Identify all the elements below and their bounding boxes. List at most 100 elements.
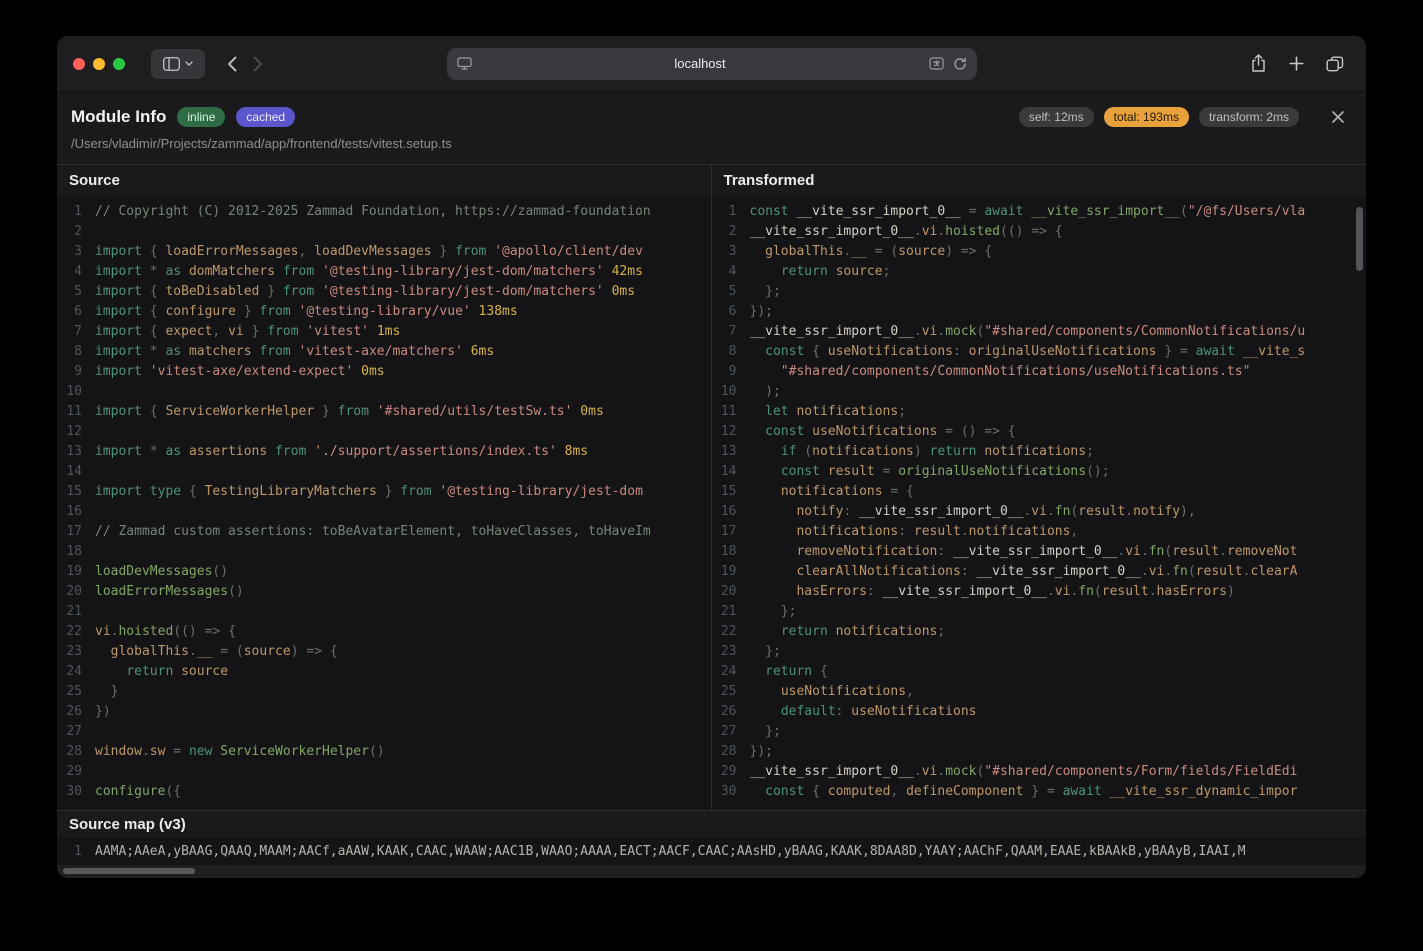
code-line: 21 }; [712, 602, 1367, 622]
line-number: 13 [712, 442, 750, 462]
line-number: 21 [57, 602, 95, 622]
line-number: 30 [57, 782, 95, 802]
line-number: 2 [712, 222, 750, 242]
code-line: 24 return { [712, 662, 1367, 682]
reload-icon[interactable] [953, 57, 967, 71]
code-line: 17 notifications: result.notifications, [712, 522, 1367, 542]
zoom-window-button[interactable] [113, 58, 125, 70]
line-number: 18 [57, 542, 95, 562]
code-text: // Copyright (C) 2012-2025 Zammad Founda… [95, 202, 651, 222]
forward-button[interactable] [253, 56, 263, 72]
line-number: 24 [57, 662, 95, 682]
code-line: 27 }; [712, 722, 1367, 742]
line-number: 4 [57, 262, 95, 282]
cached-badge: cached [236, 107, 295, 127]
line-number: 7 [712, 322, 750, 342]
line-number: 20 [712, 582, 750, 602]
code-text: }; [750, 282, 781, 302]
code-line: 12 [57, 422, 711, 442]
code-line: 23 }; [712, 642, 1367, 662]
line-number: 13 [57, 442, 95, 462]
code-line: 4 return source; [712, 262, 1367, 282]
sourcemap-view[interactable]: 1AAMA;AAeA,yBAAG,QAAQ,MAAM;AACf,aAAW,KAA… [57, 838, 1366, 865]
horizontal-scrollbar-thumb[interactable] [63, 868, 195, 874]
line-number: 8 [712, 342, 750, 362]
page-monitor-icon [457, 57, 472, 70]
code-text: import { ServiceWorkerHelper } from '#sh… [95, 402, 604, 422]
code-text: // Zammad custom assertions: toBeAvatarE… [95, 522, 651, 542]
line-number: 27 [57, 722, 95, 742]
code-text: globalThis.__ = (source) => { [750, 242, 993, 262]
line-number: 29 [57, 762, 95, 782]
code-text: ); [750, 382, 781, 402]
vertical-scrollbar-thumb[interactable] [1356, 207, 1363, 271]
line-number: 11 [712, 402, 750, 422]
transformed-code-view[interactable]: 1const __vite_ssr_import_0__ = await __v… [712, 197, 1367, 810]
code-line: 30 const { computed, defineComponent } =… [712, 782, 1367, 802]
tab-overview-icon[interactable] [1326, 56, 1344, 72]
source-pane: Source 1// Copyright (C) 2012-2025 Zamma… [57, 165, 712, 810]
code-line: 20 hasErrors: __vite_ssr_import_0__.vi.f… [712, 582, 1367, 602]
code-text: const { useNotifications: originalUseNot… [750, 342, 1306, 362]
line-number: 9 [712, 362, 750, 382]
line-number: 3 [712, 242, 750, 262]
line-number: 29 [712, 762, 750, 782]
line-number: 10 [57, 382, 95, 402]
code-line: 28}); [712, 742, 1367, 762]
line-number: 12 [712, 422, 750, 442]
line-number: 14 [712, 462, 750, 482]
code-line: 15import type { TestingLibraryMatchers }… [57, 482, 711, 502]
minimize-window-button[interactable] [93, 58, 105, 70]
code-line: 10 [57, 382, 711, 402]
code-line: 18 [57, 542, 711, 562]
code-line: 19 clearAllNotifications: __vite_ssr_imp… [712, 562, 1367, 582]
code-text: const useNotifications = () => { [750, 422, 1016, 442]
code-text: import { loadErrorMessages, loadDevMessa… [95, 242, 643, 262]
code-line: 3import { loadErrorMessages, loadDevMess… [57, 242, 711, 262]
code-line: 1const __vite_ssr_import_0__ = await __v… [712, 202, 1367, 222]
code-line: 25 } [57, 682, 711, 702]
code-text: clearAllNotifications: __vite_ssr_import… [750, 562, 1298, 582]
address-bar[interactable]: localhost [447, 48, 977, 80]
code-text: }; [750, 602, 797, 622]
code-line: 18 removeNotification: __vite_ssr_import… [712, 542, 1367, 562]
code-line: 17// Zammad custom assertions: toBeAvata… [57, 522, 711, 542]
horizontal-scrollbar[interactable] [57, 865, 1366, 878]
code-line: 14 [57, 462, 711, 482]
page-title: Module Info [71, 107, 166, 127]
code-text: loadErrorMessages() [95, 582, 244, 602]
code-line: 5import { toBeDisabled } from '@testing-… [57, 282, 711, 302]
line-number: 28 [712, 742, 750, 762]
close-window-button[interactable] [73, 58, 85, 70]
line-number: 5 [57, 282, 95, 302]
code-line: 26 default: useNotifications [712, 702, 1367, 722]
back-button[interactable] [227, 56, 237, 72]
line-number: 9 [57, 362, 95, 382]
sidebar-toggle-button[interactable] [151, 49, 205, 79]
line-number: 16 [712, 502, 750, 522]
line-number: 19 [712, 562, 750, 582]
code-line: 16 [57, 502, 711, 522]
code-text: removeNotification: __vite_ssr_import_0_… [750, 542, 1298, 562]
code-line: 28window.sw = new ServiceWorkerHelper() [57, 742, 711, 762]
code-line: 2 [57, 222, 711, 242]
translate-icon[interactable] [929, 57, 944, 70]
code-text: import { toBeDisabled } from '@testing-l… [95, 282, 635, 302]
line-number: 5 [712, 282, 750, 302]
code-line: 12 const useNotifications = () => { [712, 422, 1367, 442]
code-line: 14 const result = originalUseNotificatio… [712, 462, 1367, 482]
line-number: 19 [57, 562, 95, 582]
close-panel-button[interactable] [1326, 105, 1350, 129]
code-text: notifications = { [750, 482, 914, 502]
self-time-badge: self: 12ms [1019, 107, 1094, 127]
code-text: import { configure } from '@testing-libr… [95, 302, 518, 322]
new-tab-icon[interactable] [1289, 56, 1304, 71]
code-line: 23 globalThis.__ = (source) => { [57, 642, 711, 662]
code-line: 7__vite_ssr_import_0__.vi.mock("#shared/… [712, 322, 1367, 342]
source-code-view[interactable]: 1// Copyright (C) 2012-2025 Zammad Found… [57, 197, 711, 810]
code-text: return source; [750, 262, 891, 282]
line-number: 24 [712, 662, 750, 682]
code-text: }; [750, 722, 781, 742]
code-line: 9 "#shared/components/CommonNotification… [712, 362, 1367, 382]
share-icon[interactable] [1250, 54, 1267, 73]
